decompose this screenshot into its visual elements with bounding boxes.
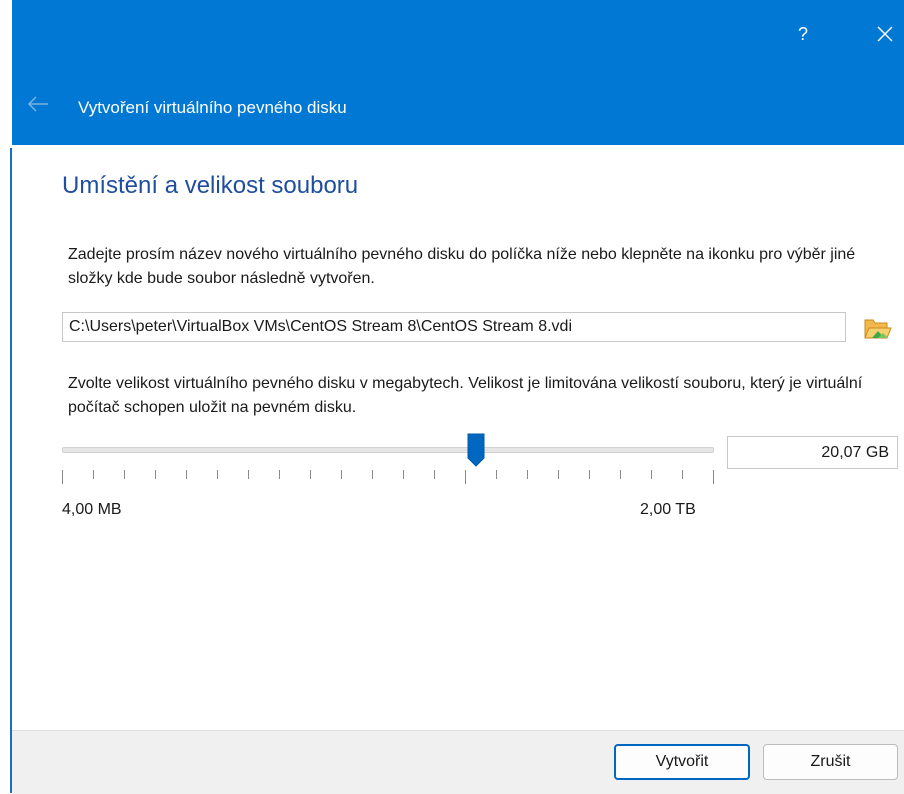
slider-tick	[155, 470, 156, 479]
close-button[interactable]	[870, 19, 900, 49]
slider-tick	[403, 470, 404, 479]
cancel-button[interactable]: Zrušit	[763, 744, 898, 780]
slider-tick	[62, 470, 63, 484]
slider-tick	[651, 470, 652, 479]
slider-min-label: 4,00 MB	[62, 501, 122, 518]
back-button[interactable]	[26, 94, 50, 114]
size-slider-thumb[interactable]	[466, 432, 486, 468]
arrow-left-icon	[27, 96, 48, 112]
create-virtual-disk-dialog: ? Vytvoření virtuálního pevného disku Um…	[0, 0, 904, 794]
section-title: Umístění a velikost souboru	[62, 172, 359, 199]
folder-open-icon	[864, 319, 892, 339]
slider-tick	[279, 470, 280, 479]
choose-folder-button[interactable]	[862, 314, 892, 342]
slider-tick	[434, 470, 435, 479]
dialog-header: ? Vytvoření virtuálního pevného disku	[12, 0, 904, 145]
slider-tick	[713, 470, 714, 484]
size-slider-track[interactable]	[62, 447, 714, 453]
slider-tick	[682, 470, 683, 479]
header-edge	[0, 0, 12, 145]
slider-tick	[248, 470, 249, 479]
dialog-title: Vytvoření virtuálního pevného disku	[78, 98, 347, 117]
location-description: Zadejte prosím název nového virtuálního …	[68, 246, 856, 287]
file-path-input[interactable]: C:\Users\peter\VirtualBox VMs\CentOS Str…	[62, 312, 846, 342]
slider-tick	[93, 470, 94, 479]
slider-thumb-icon	[467, 433, 485, 467]
slider-tick	[620, 470, 621, 479]
slider-tick	[341, 470, 342, 479]
slider-tick	[217, 470, 218, 479]
slider-tick	[465, 470, 466, 484]
help-button[interactable]: ?	[791, 20, 815, 48]
slider-tick	[558, 470, 559, 479]
slider-tick	[310, 470, 311, 479]
slider-tick	[186, 470, 187, 479]
slider-max-label: 2,00 TB	[640, 501, 696, 518]
window-left-edge	[0, 148, 12, 793]
size-description: Zvolte velikost virtuálního pevného disk…	[68, 375, 863, 416]
close-icon	[877, 26, 893, 42]
slider-tick	[372, 470, 373, 479]
slider-tick	[496, 470, 497, 479]
slider-tick	[589, 470, 590, 479]
size-slider-ticks	[62, 470, 714, 486]
create-button[interactable]: Vytvořit	[614, 744, 750, 780]
size-value-input[interactable]: 20,07 GB	[727, 436, 898, 469]
slider-tick	[124, 470, 125, 479]
slider-tick	[527, 470, 528, 479]
